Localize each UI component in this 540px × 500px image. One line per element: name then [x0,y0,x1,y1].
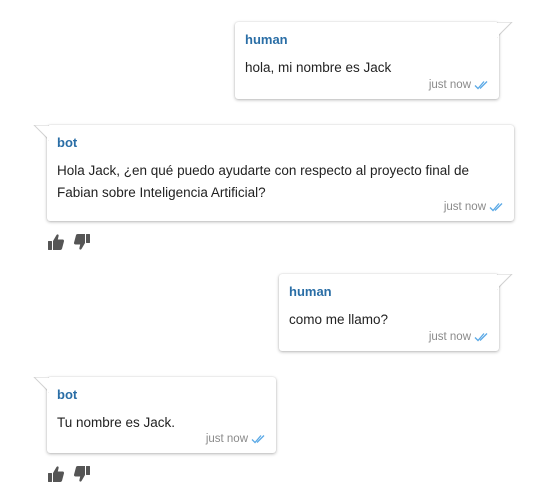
message-meta: just now [444,201,504,213]
thumbs-down-button[interactable] [72,464,92,484]
message-timestamp: just now [205,433,248,445]
message-bubble-human: human como me llamo? just now [279,274,513,351]
thumbs-down-icon [73,234,90,250]
double-check-icon [474,81,488,90]
message-bubble-bot: bot Hola Jack, ¿en qué puedo ayudarte co… [33,125,514,221]
chat-transcript: human hola, mi nombre es Jack just now b… [0,0,540,500]
message-author: human [289,284,332,299]
message-author: bot [57,387,78,402]
message-feedback [46,464,92,484]
message-bubble-bot: bot Tu nombre es Jack. just now [33,377,276,453]
double-check-icon [251,435,265,444]
thumbs-down-icon [73,466,90,482]
message-text: como me llamo? [289,312,389,327]
message-text: Hola Jack, ¿en qué puedo ayudarte con re… [57,163,470,200]
thumbs-up-icon [48,466,65,482]
bubble-tail-icon [497,274,513,290]
message-meta: just now [206,433,266,445]
message-bubble-human: human hola, mi nombre es Jack just now [235,22,513,99]
bubble-tail-icon [33,125,49,141]
message-timestamp: just now [443,201,486,213]
thumbs-up-button[interactable] [46,232,66,252]
message-timestamp: just now [428,331,471,343]
thumbs-down-button[interactable] [72,232,92,252]
message-feedback [46,232,92,252]
double-check-icon [474,333,488,342]
double-check-icon [489,203,503,212]
thumbs-up-button[interactable] [46,464,66,484]
message-timestamp: just now [428,79,471,91]
message-meta: just now [429,331,489,343]
message-author: bot [57,135,78,150]
message-meta: just now [429,79,489,91]
message-text: hola, mi nombre es Jack [245,60,392,75]
thumbs-up-icon [48,234,65,250]
message-author: human [245,32,288,47]
bubble-tail-icon [33,377,49,393]
message-text: Tu nombre es Jack. [57,415,176,430]
bubble-tail-icon [497,22,513,38]
